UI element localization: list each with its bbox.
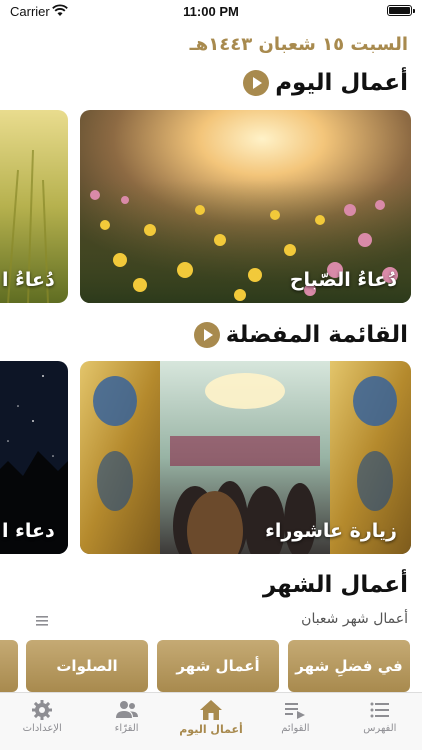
- clock: 11:00 PM: [183, 4, 239, 19]
- home-icon: [200, 700, 223, 720]
- card-label: زيارة عاشوراء: [265, 520, 397, 542]
- tab-index[interactable]: الفهرس: [338, 693, 422, 750]
- tab-label: أعمال اليوم: [179, 723, 243, 736]
- card-label: دُعاءُ ا: [2, 269, 55, 291]
- tab-bar: الإعدادات القرّاء أعمال اليوم القوائم ال…: [0, 692, 422, 750]
- tab-label: القرّاء: [114, 723, 139, 734]
- card-label: دعاء ا: [2, 520, 55, 542]
- favorites-title-text: القائمة المفضلة: [225, 322, 408, 348]
- today-section-title: أعمال اليوم: [243, 70, 408, 96]
- favorites-section-title: القائمة المفضلة: [193, 322, 408, 348]
- tab-reciters[interactable]: القرّاء: [84, 693, 168, 750]
- battery-icon: [387, 5, 415, 16]
- card-second-favorite[interactable]: دعاء ا: [0, 361, 68, 554]
- tab-today[interactable]: أعمال اليوم: [169, 693, 253, 750]
- hijri-date: السبت ١٥ شعبان ١٤٤٣هـ: [189, 34, 408, 55]
- play-icon[interactable]: [243, 70, 270, 96]
- play-icon[interactable]: [193, 322, 220, 348]
- playlist-icon: [285, 703, 306, 719]
- list-icon[interactable]: [36, 616, 48, 626]
- tab-label: الإعدادات: [22, 723, 62, 734]
- card-second-dua[interactable]: دُعاءُ ا: [0, 110, 68, 303]
- month-button-virtue[interactable]: في فضلِ شهر: [288, 640, 410, 692]
- card-label: دُعاءُ الصّباح: [289, 269, 397, 291]
- list-icon: [370, 702, 389, 718]
- month-button-prayers[interactable]: الصلوات: [26, 640, 148, 692]
- tab-settings[interactable]: الإعدادات: [0, 693, 84, 750]
- month-section-title: أعمال الشهر: [262, 572, 408, 598]
- gear-icon: [32, 700, 53, 720]
- tab-label: القوائم: [281, 723, 310, 734]
- card-ziyarat-ashura[interactable]: زيارة عاشوراء: [80, 361, 411, 554]
- month-button-partial[interactable]: أع: [0, 640, 18, 692]
- tab-label: الفهرس: [363, 723, 397, 734]
- status-bar: Carrier 11:00 PM: [0, 0, 422, 26]
- card-morning-dua[interactable]: دُعاءُ الصّباح: [80, 110, 411, 303]
- tab-playlists[interactable]: القوائم: [253, 693, 337, 750]
- today-title-text: أعمال اليوم: [275, 70, 408, 96]
- month-button-deeds[interactable]: أعمال شهر: [157, 640, 279, 692]
- people-icon: [115, 701, 138, 718]
- month-subtitle: أعمال شهر شعبان: [301, 611, 408, 627]
